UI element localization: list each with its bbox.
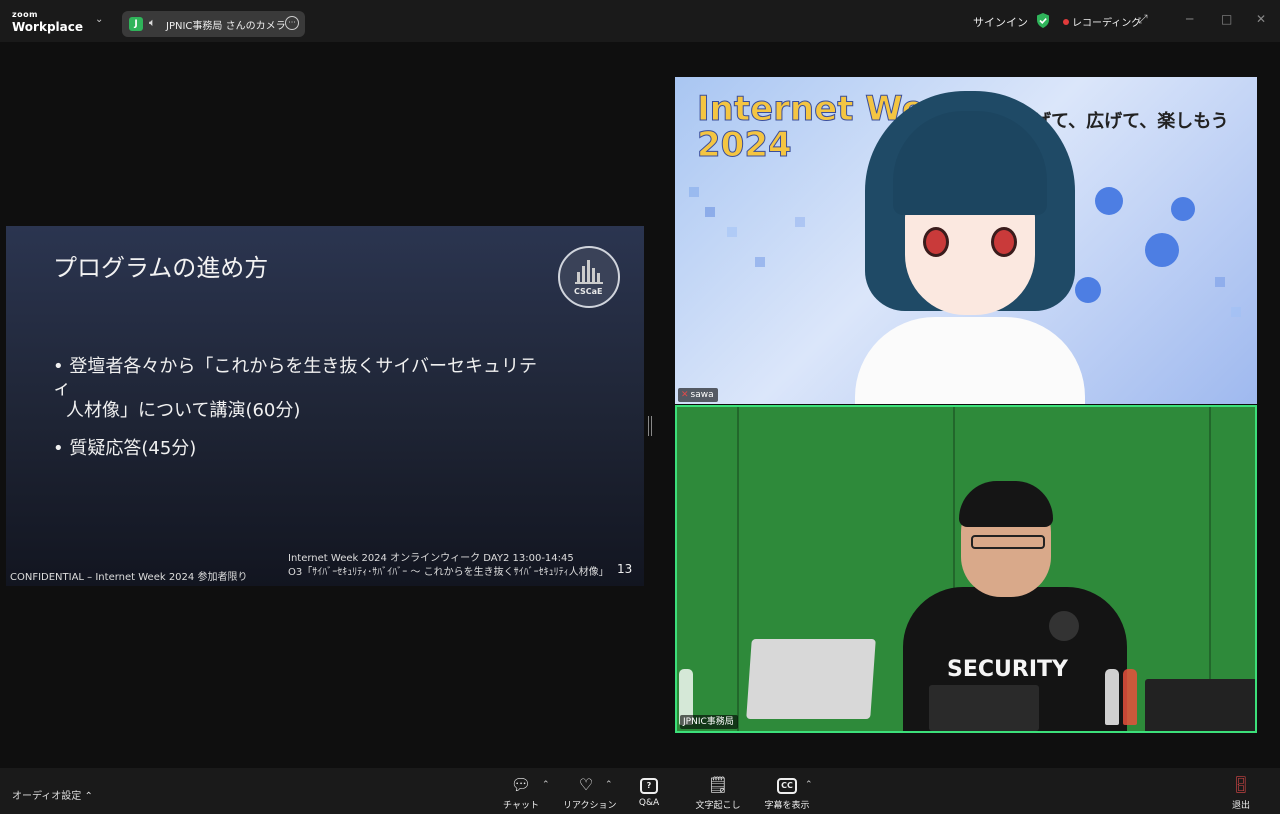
camera-label: JPNIC事務局 さんのカメラ (166, 21, 286, 32)
participant-name-tag: ✕ sawa (678, 388, 718, 402)
slide-bullet-1: • 登壇者各々から「これからを生き抜くサイバーセキュリティ 人材像」について講演… (53, 356, 553, 422)
network-node (1171, 197, 1195, 221)
chat-label: チャット (503, 801, 539, 811)
recording-label: レコーディング (1072, 18, 1142, 29)
video-tile-jpnic[interactable]: SECURITY JPNIC事務局 (675, 405, 1257, 733)
bullet1-line1: 登壇者各々から「これからを生き抜くサイバーセキュリティ (53, 356, 537, 399)
brand-main-text: Workplace (12, 20, 84, 34)
laptop-right (1145, 679, 1255, 731)
water-bottle (1123, 669, 1137, 725)
splitter-handle[interactable] (648, 416, 652, 436)
chevron-down-icon[interactable]: ⌄ (95, 14, 103, 25)
building-icon (575, 260, 603, 284)
participant-initial-badge: J (129, 17, 143, 31)
slide-page-number: 13 (617, 562, 633, 576)
microphone (1049, 611, 1079, 641)
laptop-left (746, 639, 876, 719)
qa-button[interactable]: ? Q&A (633, 774, 665, 808)
heart-icon: ♡ (578, 775, 594, 794)
network-node (1095, 187, 1123, 215)
pattern-square (1231, 307, 1241, 317)
transcript-icon: 🗒︎ (707, 775, 729, 794)
pattern-square (727, 227, 737, 237)
chevron-up-icon: ⌃ (84, 791, 93, 802)
chevron-up-icon[interactable]: ⌃ (542, 780, 550, 790)
audio-settings-button[interactable]: オーディオ設定 ⌃ (12, 787, 93, 802)
pattern-square (795, 217, 805, 227)
minimize-icon[interactable]: ─ (1186, 12, 1193, 26)
participant-name: sawa (690, 390, 714, 400)
mic-muted-icon: ✕ (681, 390, 689, 400)
leave-label: 退出 (1231, 801, 1250, 811)
transcript-button[interactable]: 🗒︎ 文字起こし (693, 774, 743, 811)
reactions-label: リアクション (563, 801, 617, 811)
participant-name-tag: JPNIC事務局 (680, 715, 738, 729)
laptop-center (929, 685, 1039, 731)
pattern-square (689, 187, 699, 197)
expand-icon[interactable]: ⤢ (1138, 12, 1148, 27)
slide-footer-confidential: CONFIDENTIAL – Internet Week 2024 参加者限り (10, 572, 248, 583)
footer-session-line2: O3「ｻｲﾊﾞｰｾｷｭﾘﾃｨ･ｻﾊﾞｲﾊﾞｰ 〜 これからを生き抜くｻｲﾊﾞｰｾ… (288, 567, 609, 578)
chat-bubble-icon: 💬︎ (510, 775, 532, 794)
bullet1-line2: 人材像」について講演(60分) (66, 400, 301, 421)
shared-screen-slide[interactable]: プログラムの進め方 CSCaE • 登壇者各々から「これからを生き抜くサイバーセ… (6, 226, 644, 586)
pattern-square (1215, 277, 1225, 287)
more-options-icon[interactable]: ··· (285, 16, 299, 30)
cscae-logo: CSCaE (558, 246, 620, 308)
camera-source-pill[interactable]: J 🔈︎ JPNIC事務局 さんのカメラ ··· (122, 11, 305, 37)
meeting-toolbar: オーディオ設定 ⌃ 💬︎ チャット ⌃ ♡ リアクション ⌃ ? Q&A 🗒︎ … (0, 768, 1280, 814)
curtain-fold (737, 407, 739, 731)
recording-indicator[interactable]: レコーディング (1063, 14, 1141, 29)
pattern-square (755, 257, 765, 267)
reactions-button[interactable]: ♡ リアクション (563, 774, 617, 811)
chevron-up-icon[interactable]: ⌃ (605, 780, 613, 790)
qa-label: Q&A (638, 798, 660, 808)
captions-label: 字幕を表示 (764, 801, 810, 811)
pattern-square (705, 207, 715, 217)
slide-footer-session: Internet Week 2024 オンラインウィーク DAY2 13:00-… (288, 552, 609, 580)
record-dot-icon (1063, 19, 1069, 25)
footer-session-line1: Internet Week 2024 オンラインウィーク DAY2 13:00-… (288, 553, 574, 564)
banner-tagline: げて、広げて、楽しもう (1033, 111, 1229, 132)
leave-icon: 🚪︎ (1230, 775, 1252, 794)
speaker-icon: 🔈︎ (149, 16, 156, 29)
slide-title: プログラムの進め方 (53, 254, 269, 282)
network-node (1075, 277, 1101, 303)
maximize-icon[interactable]: □ (1221, 12, 1232, 26)
leave-button[interactable]: 🚪︎ 退出 (1228, 774, 1254, 811)
video-tile-sawa[interactable]: Internet Week 2024 げて、広げて、楽しもう ✕sawa (675, 77, 1257, 404)
speaker-glasses (971, 535, 1045, 549)
brand-top-text: zoom (12, 10, 38, 19)
title-bar: zoom Workplace ⌄ J 🔈︎ JPNIC事務局 さんのカメラ ··… (0, 0, 1280, 42)
question-icon: ? (633, 774, 665, 796)
shield-check-icon[interactable] (1036, 13, 1050, 28)
avatar-left-eye (923, 227, 949, 257)
close-icon[interactable]: ✕ (1256, 12, 1266, 26)
zoom-workplace-logo[interactable]: zoom Workplace (12, 10, 84, 34)
logo-text: CSCaE (574, 287, 603, 296)
audio-settings-label: オーディオ設定 (12, 791, 82, 802)
chevron-up-icon[interactable]: ⌃ (805, 780, 813, 790)
transcript-label: 文字起こし (695, 801, 741, 811)
bullet2-text: 質疑応答(45分) (69, 438, 197, 459)
sign-in-link[interactable]: サインイン (973, 14, 1028, 30)
slide-bullet-2: • 質疑応答(45分) (53, 438, 197, 459)
network-node (1145, 233, 1179, 267)
avatar-shirt (855, 317, 1085, 404)
speaker-hair (959, 481, 1053, 527)
avatar-right-eye (991, 227, 1017, 257)
water-bottle (1105, 669, 1119, 725)
shirt-text: SECURITY (947, 657, 1068, 682)
chat-button[interactable]: 💬︎ チャット (503, 774, 539, 811)
